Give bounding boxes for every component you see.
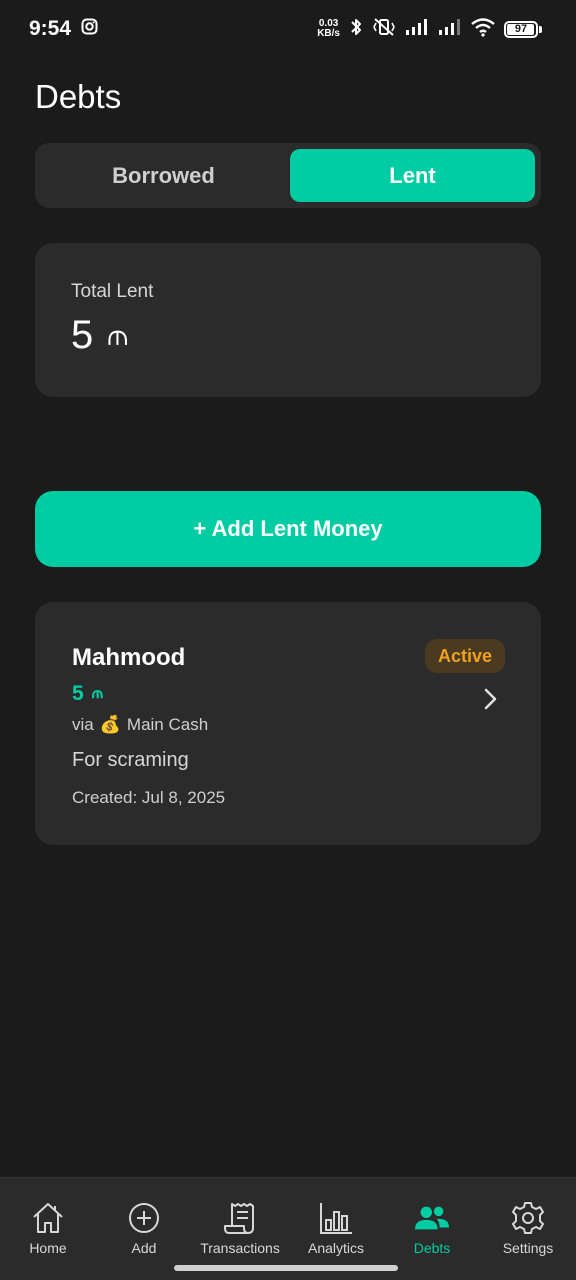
- wifi-icon: [471, 17, 495, 42]
- chevron-right-icon[interactable]: [483, 688, 499, 710]
- nav-settings-label: Settings: [502, 1240, 554, 1256]
- receipt-icon: [222, 1200, 258, 1236]
- currency-icon: ⫙: [91, 685, 103, 702]
- nav-home[interactable]: Home: [0, 1200, 96, 1280]
- bar-chart-icon: [318, 1200, 354, 1236]
- nav-debts-label: Debts: [413, 1240, 451, 1256]
- debt-type-tabs: Borrowed Lent: [35, 143, 541, 208]
- debts-screen: 9:54 0.03 KB/s 97 Debts Borrowed Lent To…: [0, 0, 576, 1280]
- network-speed: 0.03 KB/s: [317, 18, 340, 39]
- status-time: 9:54: [29, 17, 72, 40]
- battery-indicator: 97: [504, 20, 538, 38]
- money-bag-icon: 💰: [99, 715, 121, 734]
- nav-settings[interactable]: Settings: [480, 1200, 576, 1280]
- nav-transactions-label: Transactions: [200, 1240, 280, 1256]
- page-title: Debts: [35, 78, 122, 115]
- signal-2-icon: [438, 18, 462, 41]
- tab-borrowed[interactable]: Borrowed: [41, 149, 286, 202]
- debt-account: via 💰 Main Cash: [72, 715, 209, 734]
- people-icon: [414, 1200, 450, 1236]
- signal-icon: [405, 18, 429, 41]
- nav-debts[interactable]: Debts: [384, 1200, 480, 1280]
- bluetooth-icon: [349, 17, 363, 42]
- debt-created-date: Created: Jul 8, 2025: [72, 788, 226, 807]
- status-badge: Active: [424, 639, 505, 673]
- total-lent-label: Total Lent: [71, 281, 154, 302]
- vibrate-off-icon: [372, 17, 396, 42]
- gear-icon: [510, 1200, 546, 1236]
- nav-analytics-label: Analytics: [307, 1240, 365, 1256]
- nav-home-label: Home: [29, 1240, 67, 1256]
- debt-amount: 5 ⫙: [72, 682, 103, 705]
- add-lent-money-button[interactable]: + Add Lent Money: [35, 491, 541, 567]
- home-icon: [30, 1200, 66, 1236]
- instagram-icon: [81, 18, 98, 40]
- status-bar: 9:54 0.03 KB/s 97: [0, 0, 576, 58]
- debt-card[interactable]: Mahmood Active 5 ⫙ via 💰 Main Cash For s…: [35, 602, 541, 845]
- total-lent-value: 5 ⫙: [71, 313, 129, 357]
- debt-note: For scraming: [72, 749, 189, 771]
- plus-circle-icon: [126, 1200, 162, 1236]
- currency-icon: ⫙: [107, 318, 129, 352]
- nav-add-label: Add: [131, 1240, 157, 1256]
- tab-lent[interactable]: Lent: [290, 149, 535, 202]
- debt-person-name: Mahmood: [72, 644, 186, 671]
- total-lent-card: Total Lent 5 ⫙: [35, 243, 541, 397]
- home-indicator[interactable]: [174, 1265, 398, 1271]
